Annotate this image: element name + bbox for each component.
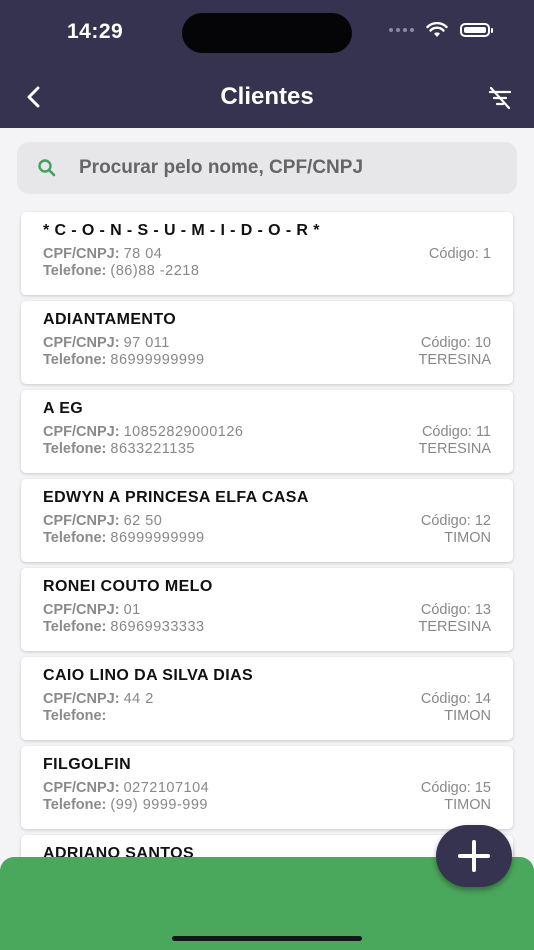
client-phone: 8633221135 — [110, 441, 195, 457]
clear-filter-button[interactable] — [484, 82, 516, 114]
client-city: TIMON — [444, 797, 491, 813]
cpf-label: CPF/CNPJ: — [43, 246, 120, 262]
client-name: EDWYN A PRINCESA ELFA CASA — [43, 489, 309, 506]
client-cpf: 01 — [123, 602, 141, 618]
phone-label: Telefone: — [43, 708, 107, 724]
client-card[interactable]: RONEI COUTO MELO CPF/CNPJ: 01 Código: 13 … — [21, 568, 513, 651]
phone-label: Telefone: — [43, 352, 107, 368]
cpf-label: CPF/CNPJ: — [43, 602, 120, 618]
search-input[interactable] — [77, 156, 517, 180]
client-card[interactable]: CAIO LINO DA SILVA DIAS CPF/CNPJ: 44 2 Có… — [21, 657, 513, 740]
page-title: Clientes — [220, 83, 314, 110]
client-card[interactable]: EDWYN A PRINCESA ELFA CASA CPF/CNPJ: 62 … — [21, 479, 513, 562]
client-cpf: 62 50 — [123, 513, 163, 529]
client-card[interactable]: * C - O - N - S - U - M - I - D - O - R … — [21, 212, 513, 295]
status-time: 14:29 — [67, 20, 124, 43]
phone-label: Telefone: — [43, 441, 107, 457]
client-name: A EG — [43, 400, 84, 417]
phone-label: Telefone: — [43, 530, 107, 546]
client-code: Código: 14 — [420, 691, 491, 707]
client-phone: (99) 9999-999 — [110, 797, 208, 813]
client-city: TIMON — [444, 708, 491, 724]
wifi-icon — [426, 22, 448, 37]
client-code: Código: 15 — [420, 780, 491, 796]
filter-off-icon — [488, 87, 512, 109]
signal-dots-icon — [389, 28, 414, 32]
phone-label: Telefone: — [43, 263, 107, 279]
client-code: Código: 11 — [421, 424, 491, 440]
battery-icon — [460, 23, 493, 37]
client-phone: 86969933333 — [110, 619, 205, 635]
client-phone: (86)88 -2218 — [110, 263, 200, 279]
client-cpf: 78 04 — [123, 246, 163, 262]
client-phone: 86999999999 — [110, 352, 205, 368]
client-name: CAIO LINO DA SILVA DIAS — [43, 667, 254, 684]
client-cpf: 10852829000126 — [123, 424, 244, 440]
search-bar[interactable] — [17, 142, 517, 194]
search-icon — [17, 158, 77, 178]
client-list: * C - O - N - S - U - M - I - D - O - R … — [21, 212, 513, 924]
client-city: TIMON — [444, 530, 491, 546]
client-phone: 86999999999 — [110, 530, 205, 546]
client-cpf: 97 011 — [123, 335, 170, 351]
cpf-label: CPF/CNPJ: — [43, 780, 120, 796]
client-city: TERESINA — [418, 619, 491, 635]
plus-icon — [458, 840, 490, 872]
phone-label: Telefone: — [43, 619, 107, 635]
status-icons — [389, 22, 493, 38]
client-code: Código: 10 — [420, 335, 491, 351]
client-name: * C - O - N - S - U - M - I - D - O - R … — [43, 222, 320, 239]
client-code: Código: 1 — [428, 246, 491, 262]
client-name: RONEI COUTO MELO — [43, 578, 213, 595]
client-city: TERESINA — [418, 441, 491, 457]
phone-label: Telefone: — [43, 797, 107, 813]
cpf-label: CPF/CNPJ: — [43, 691, 120, 707]
client-code: Código: 13 — [420, 602, 491, 618]
cpf-label: CPF/CNPJ: — [43, 513, 120, 529]
add-client-button[interactable] — [436, 825, 512, 887]
client-city: TERESINA — [418, 352, 491, 368]
home-indicator — [172, 936, 362, 941]
cpf-label: CPF/CNPJ: — [43, 335, 120, 351]
client-name: ADIANTAMENTO — [43, 311, 177, 328]
client-card[interactable]: ADIANTAMENTO CPF/CNPJ: 97 011 Código: 10 … — [21, 301, 513, 384]
dynamic-island — [182, 13, 352, 53]
client-name: FILGOLFIN — [43, 756, 132, 773]
client-cpf: 44 2 — [123, 691, 154, 707]
client-card[interactable]: A EG CPF/CNPJ: 10852829000126 Código: 11 … — [21, 390, 513, 473]
client-card[interactable]: FILGOLFIN CPF/CNPJ: 0272107104 Código: 15… — [21, 746, 513, 829]
client-code: Código: 12 — [420, 513, 491, 529]
client-cpf: 0272107104 — [123, 780, 210, 796]
app-header: 14:29 Clientes — [0, 0, 534, 128]
cpf-label: CPF/CNPJ: — [43, 424, 120, 440]
